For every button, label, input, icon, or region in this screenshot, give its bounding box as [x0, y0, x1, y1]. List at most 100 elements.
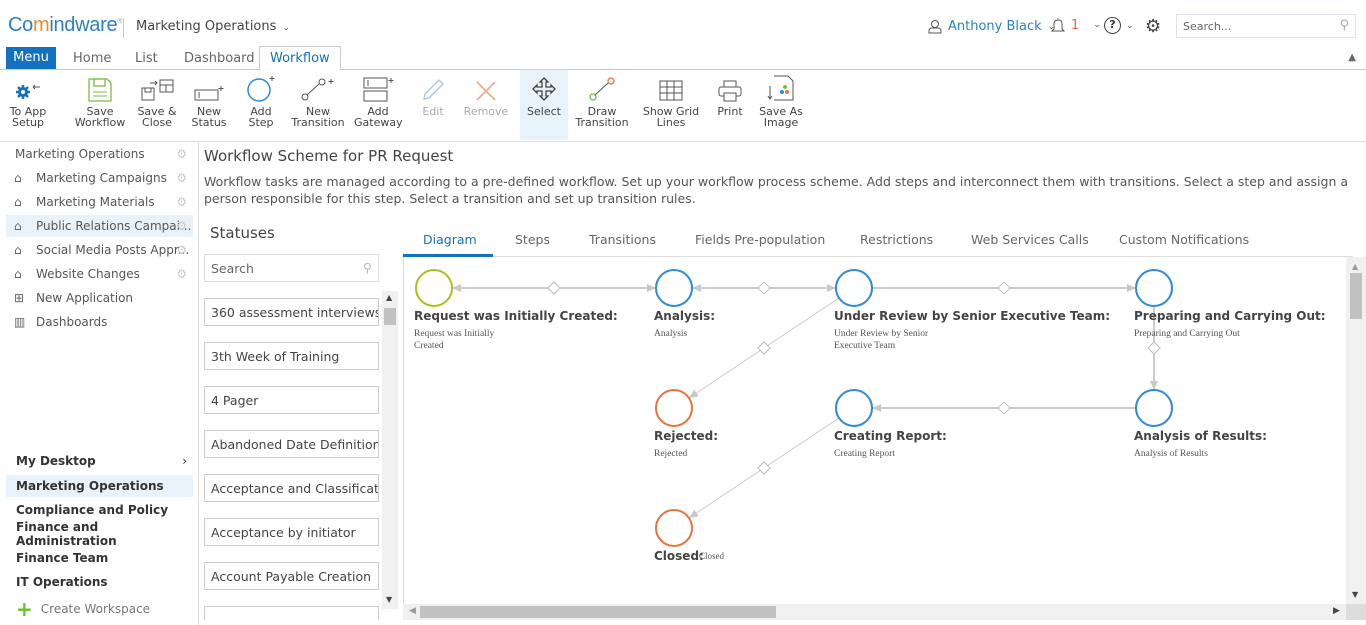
transition-arrowhead[interactable] [827, 284, 836, 292]
add-step-button[interactable]: Add Step [243, 70, 279, 140]
gear-icon[interactable]: ⚙ [176, 219, 187, 233]
workflow-node-end[interactable] [655, 389, 693, 427]
transition[interactable] [647, 284, 656, 292]
transition-diamond[interactable] [757, 281, 771, 295]
workflow-node-step[interactable] [655, 269, 693, 307]
transition-arrowhead[interactable] [688, 509, 699, 519]
add-gateway-button[interactable]: Add Gateway [354, 70, 403, 140]
tab-web-services-calls[interactable]: Web Services Calls [971, 232, 1089, 247]
status-item[interactable]: 360 assessment interviews [204, 298, 379, 326]
status-item[interactable]: 3th Week of Training [204, 342, 379, 370]
scroll-down-icon[interactable]: ▼ [386, 595, 392, 604]
transition-arrowhead[interactable] [647, 284, 656, 292]
workflow-node-step[interactable] [835, 389, 873, 427]
tab-custom-notifications[interactable]: Custom Notifications [1119, 232, 1249, 247]
status-item[interactable]: Abandoned Date Definition [204, 430, 379, 458]
scroll-up-icon[interactable]: ▲ [1352, 262, 1358, 271]
transition-diamond[interactable] [1147, 341, 1161, 355]
transition-diamond[interactable] [757, 461, 771, 475]
workspace-selector[interactable]: Marketing Operations ⌄ [136, 19, 290, 34]
transition-arrowhead[interactable] [688, 389, 699, 399]
node-name[interactable]: Creating Report: [834, 429, 947, 443]
workflow-node-step[interactable] [835, 269, 873, 307]
show-grid-lines-button[interactable]: Show Grid Lines [640, 70, 702, 140]
tab-dashboard[interactable]: Dashboard [184, 51, 255, 66]
sidebar-app-website-changes[interactable]: ⌂ Website Changes ⚙ [6, 263, 193, 285]
gear-icon[interactable]: ⚙ [176, 195, 187, 209]
menu-button[interactable]: Menu [6, 47, 56, 69]
scroll-thumb[interactable] [1350, 273, 1362, 319]
transition[interactable] [872, 281, 1136, 295]
transition-diamond[interactable] [997, 281, 1011, 295]
workflow-diagram-canvas[interactable]: Request was Initially Created: Request wa… [403, 257, 1346, 604]
sidebar-app-social-media[interactable]: ⌂ Social Media Posts Appr... ⚙ [6, 239, 193, 261]
status-item[interactable]: 4 Pager [204, 386, 379, 414]
transition[interactable] [872, 401, 1136, 415]
comindware-logo[interactable]: Comindware® [8, 14, 122, 37]
print-button[interactable]: Print [712, 70, 748, 140]
tab-steps[interactable]: Steps [515, 232, 550, 247]
transition[interactable] [452, 281, 656, 295]
tab-list[interactable]: List [135, 51, 158, 66]
status-item[interactable]: Account Payable Creation [204, 562, 379, 590]
workspace-compliance[interactable]: Compliance and Policy [6, 499, 193, 521]
save-close-button[interactable]: Save & Close [136, 70, 178, 140]
transition-diamond[interactable] [997, 401, 1011, 415]
workflow-node-step[interactable] [1135, 269, 1173, 307]
create-workspace-button[interactable]: + Create Workspace [6, 597, 193, 621]
scroll-left-icon[interactable]: ◀ [409, 606, 416, 616]
node-name[interactable]: Analysis: [654, 309, 715, 323]
sidebar-app-marketing-materials[interactable]: ⌂ Marketing Materials ⚙ [6, 191, 193, 213]
sidebar-section-marketing-operations[interactable]: Marketing Operations ⚙ [6, 143, 193, 165]
remove-button[interactable]: Remove [462, 70, 510, 140]
diagram-vertical-scrollbar[interactable]: ▲ ▼ [1346, 257, 1366, 604]
status-item[interactable]: Acceptance and Classificati... [204, 474, 379, 502]
sidebar-new-application[interactable]: ⊞ New Application [6, 287, 193, 309]
node-name[interactable]: Analysis of Results: [1134, 429, 1267, 443]
save-as-image-button[interactable]: Save As Image [758, 70, 804, 140]
workflow-node-step[interactable] [1135, 389, 1173, 427]
tab-workflow[interactable]: Workflow [259, 46, 341, 71]
statuses-scrollbar[interactable]: ▲ ▼ [382, 291, 398, 609]
node-name[interactable]: Request was Initially Created: [414, 309, 618, 323]
sidebar-dashboards[interactable]: ▥ Dashboards [6, 311, 193, 333]
collapse-ribbon-icon[interactable]: ▲ [1348, 52, 1356, 63]
workspace-marketing-operations[interactable]: Marketing Operations [6, 475, 193, 497]
transition[interactable] [827, 284, 836, 292]
scroll-up-icon[interactable]: ▲ [386, 293, 392, 302]
node-name[interactable]: Preparing and Carrying Out: [1134, 309, 1326, 323]
edit-button[interactable]: Edit [414, 70, 452, 140]
scroll-thumb[interactable] [384, 308, 396, 325]
to-app-setup-button[interactable]: To App Setup [4, 70, 52, 140]
scroll-thumb[interactable] [420, 606, 776, 618]
user-menu[interactable]: Anthony Black ⌄ [928, 19, 1055, 34]
tab-fields-prepopulation[interactable]: Fields Pre-population [695, 232, 825, 247]
select-button[interactable]: Select [520, 70, 568, 140]
tab-home[interactable]: Home [73, 51, 111, 66]
transition-arrowhead[interactable] [692, 284, 701, 292]
gear-icon[interactable]: ⚙ [176, 267, 187, 281]
scroll-right-icon[interactable]: ▶ [1333, 606, 1340, 616]
scroll-down-icon[interactable]: ▼ [1352, 590, 1358, 599]
workflow-node-end[interactable] [655, 509, 693, 547]
transition-diamond[interactable] [547, 281, 561, 295]
transition-arrowhead[interactable] [872, 404, 881, 412]
workspace-it-operations[interactable]: IT Operations [6, 571, 193, 593]
settings-gear-icon[interactable]: ⚙ [1145, 16, 1161, 37]
tab-transitions[interactable]: Transitions [589, 232, 656, 247]
gear-icon[interactable]: ⚙ [176, 243, 187, 257]
workspace-finance-admin[interactable]: Finance and Administration [6, 520, 193, 548]
status-item[interactable] [204, 606, 379, 620]
node-name[interactable]: Closed: [654, 549, 704, 563]
workspace-my-desktop[interactable]: My Desktop › [6, 450, 193, 472]
global-search-input[interactable]: Search... ⚲ [1176, 14, 1356, 38]
sidebar-app-public-relations[interactable]: ⌂ Public Relations Campai... ⚙ [6, 215, 193, 237]
diagram-horizontal-scrollbar[interactable]: ◀ ▶ [403, 604, 1346, 620]
transition-arrowhead[interactable] [1150, 381, 1158, 390]
gear-icon[interactable]: ⚙ [176, 147, 187, 161]
new-status-button[interactable]: New Status [189, 70, 229, 140]
save-workflow-button[interactable]: Save Workflow [72, 70, 128, 140]
node-name[interactable]: Rejected: [654, 429, 718, 443]
transition-arrowhead[interactable] [1127, 284, 1136, 292]
new-transition-button[interactable]: New Transition [290, 70, 346, 140]
